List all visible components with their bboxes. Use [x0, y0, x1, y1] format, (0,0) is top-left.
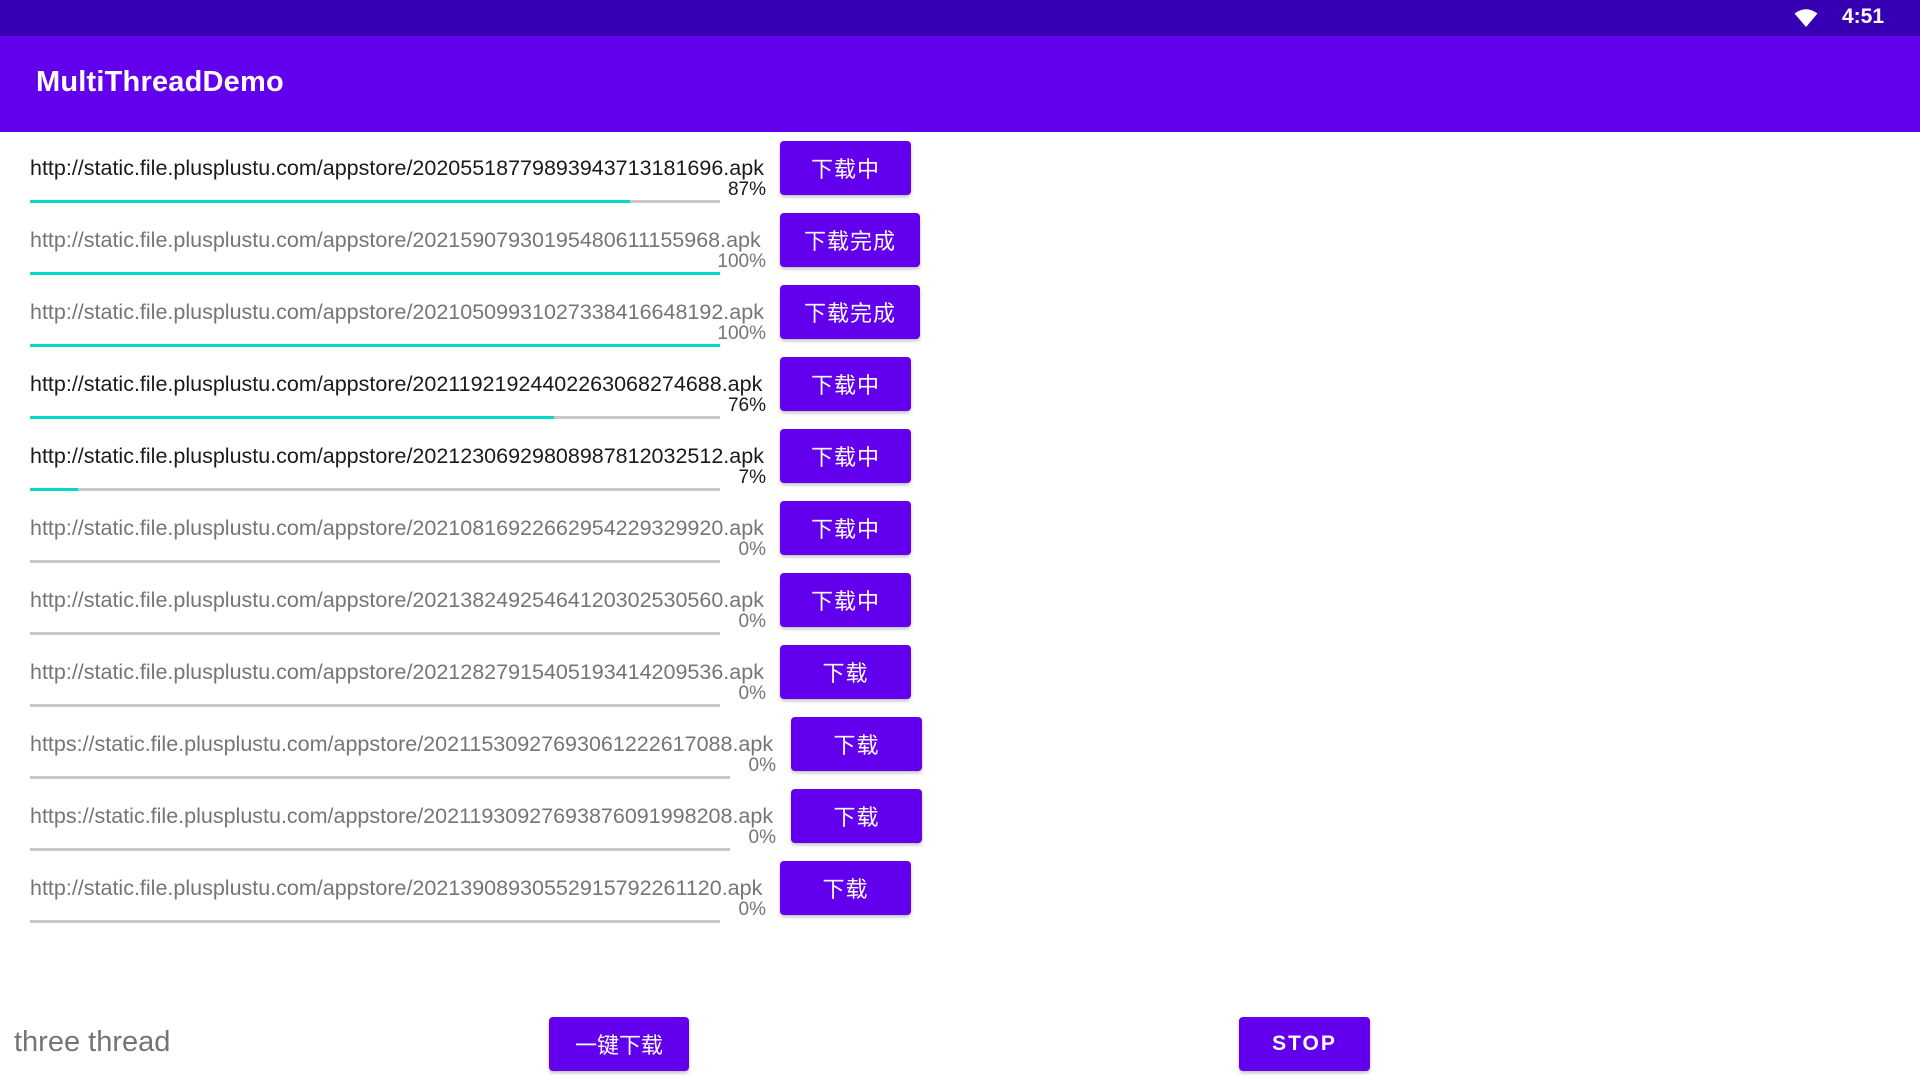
download-percent: 0% — [748, 755, 776, 776]
download-url: http://static.file.plusplustu.com/appsto… — [30, 444, 764, 468]
download-url: https://static.file.plusplustu.com/appst… — [30, 732, 774, 756]
download-button[interactable]: 下载 — [780, 645, 911, 699]
download-progress-fill — [30, 416, 554, 419]
app-title: MultiThreadDemo — [36, 66, 284, 98]
download-progress-fill — [30, 344, 720, 347]
download-progress-bar — [30, 272, 720, 275]
stop-button[interactable]: STOP — [1239, 1017, 1370, 1071]
download-progress-bar — [30, 920, 720, 923]
download-progress-bar — [30, 560, 720, 563]
app-bar: MultiThreadDemo — [0, 36, 1920, 132]
download-url: http://static.file.plusplustu.com/appsto… — [30, 228, 761, 252]
download-progress-fill — [30, 488, 78, 491]
download-url: http://static.file.plusplustu.com/appsto… — [30, 516, 764, 540]
download-row: http://static.file.plusplustu.com/appsto… — [0, 564, 1000, 636]
download-percent: 0% — [738, 899, 766, 920]
download-row: http://static.file.plusplustu.com/appsto… — [0, 204, 1000, 276]
download-row: http://static.file.plusplustu.com/appsto… — [0, 276, 1000, 348]
download-button[interactable]: 下载中 — [780, 357, 911, 411]
download-row: http://static.file.plusplustu.com/appsto… — [0, 492, 1000, 564]
download-url: http://static.file.plusplustu.com/appsto… — [30, 156, 764, 180]
download-url: https://static.file.plusplustu.com/appst… — [30, 804, 774, 828]
download-percent: 0% — [748, 827, 776, 848]
download-percent: 76% — [727, 395, 766, 416]
download-percent: 87% — [727, 179, 766, 200]
download-progress-bar — [30, 776, 730, 779]
download-progress-bar — [30, 632, 720, 635]
download-row: https://static.file.plusplustu.com/appst… — [0, 708, 1000, 780]
download-percent: 100% — [717, 251, 766, 272]
download-button[interactable]: 下载 — [791, 717, 922, 771]
download-row: http://static.file.plusplustu.com/appsto… — [0, 132, 1000, 204]
download-button[interactable]: 下载中 — [780, 429, 911, 483]
download-button[interactable]: 下载中 — [780, 573, 911, 627]
download-url: http://static.file.plusplustu.com/appsto… — [30, 660, 764, 684]
download-row: http://static.file.plusplustu.com/appsto… — [0, 636, 1000, 708]
thread-mode-label: three thread — [14, 1026, 171, 1058]
download-row: http://static.file.plusplustu.com/appsto… — [0, 348, 1000, 420]
download-percent: 7% — [738, 467, 766, 488]
download-url: http://static.file.plusplustu.com/appsto… — [30, 876, 763, 900]
download-button[interactable]: 下载 — [780, 861, 911, 915]
download-button[interactable]: 下载 — [791, 789, 922, 843]
download-progress-bar — [30, 200, 720, 203]
download-percent: 0% — [738, 683, 766, 704]
download-progress-bar — [30, 488, 720, 491]
download-progress-fill — [30, 272, 720, 275]
wifi-icon — [1794, 9, 1818, 27]
download-url: http://static.file.plusplustu.com/appsto… — [30, 300, 764, 324]
download-row: http://static.file.plusplustu.com/appsto… — [0, 420, 1000, 492]
download-percent: 100% — [717, 323, 766, 344]
download-row: http://static.file.plusplustu.com/appsto… — [0, 852, 1000, 924]
download-percent: 0% — [738, 611, 766, 632]
download-progress-bar — [30, 416, 720, 419]
download-progress-bar — [30, 344, 720, 347]
download-row: https://static.file.plusplustu.com/appst… — [0, 780, 1000, 852]
download-button[interactable]: 下载完成 — [780, 285, 920, 339]
download-percent: 0% — [738, 539, 766, 560]
status-bar: 4:51 — [0, 0, 1920, 36]
download-button[interactable]: 下载完成 — [780, 213, 920, 267]
download-all-button[interactable]: 一键下载 — [549, 1017, 689, 1071]
status-time: 4:51 — [1842, 5, 1885, 28]
download-button[interactable]: 下载中 — [780, 501, 911, 555]
download-button[interactable]: 下载中 — [780, 141, 911, 195]
download-progress-fill — [30, 200, 630, 203]
download-url: http://static.file.plusplustu.com/appsto… — [30, 588, 764, 612]
download-url: http://static.file.plusplustu.com/appsto… — [30, 372, 763, 396]
download-progress-bar — [30, 704, 720, 707]
download-progress-bar — [30, 848, 730, 851]
